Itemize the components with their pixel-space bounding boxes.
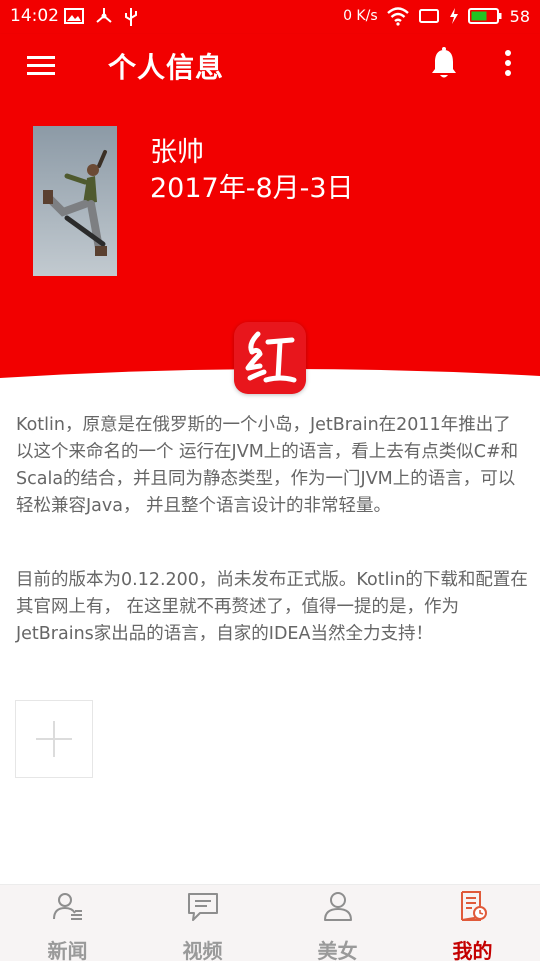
network-speed: 0 K/s xyxy=(343,8,378,24)
status-right: 0 K/s 58 xyxy=(343,6,530,26)
notifications-button[interactable] xyxy=(428,44,460,84)
contact-card-icon xyxy=(52,893,82,920)
profile-date: 2017年-8月-3日 xyxy=(150,173,354,204)
add-image-button[interactable] xyxy=(15,700,93,778)
battery-icon xyxy=(467,8,502,24)
usb-debug-icon xyxy=(96,8,112,23)
status-time: 14:02 xyxy=(10,6,59,26)
app-logo xyxy=(234,322,306,394)
battery-level: 58 xyxy=(509,6,530,26)
nav-item-news[interactable]: 新闻 xyxy=(0,885,135,963)
article-paragraph-2: 目前的版本为0.12.200，尚未发布正式版。Kotlin的下载和配置在其官网上… xyxy=(16,570,528,644)
more-options-button[interactable] xyxy=(496,44,520,84)
avatar-photo xyxy=(33,126,117,276)
profile-name: 张帅 xyxy=(150,137,204,168)
usb-icon xyxy=(125,8,137,26)
person-icon xyxy=(323,892,352,921)
plus-icon xyxy=(36,721,72,757)
menu-button[interactable] xyxy=(24,48,60,82)
document-clock-icon xyxy=(460,891,487,921)
status-bar: 14:02 0 K/s 58 xyxy=(0,0,540,34)
page-title: 个人信息 xyxy=(108,51,225,84)
charging-icon xyxy=(449,8,458,24)
more-vertical-icon xyxy=(505,50,511,76)
avatar[interactable] xyxy=(33,126,117,276)
bell-icon xyxy=(432,47,456,78)
nav-item-mine[interactable]: 我的 xyxy=(405,885,540,963)
hamburger-menu-icon xyxy=(27,56,55,75)
chat-bubble-icon xyxy=(187,893,218,921)
nav-item-video[interactable]: 视频 xyxy=(135,885,270,963)
notification-icons xyxy=(64,7,138,27)
article-paragraph-1: Kotlin，原意是在俄罗斯的一个小岛，JetBrain在2011年推出了以这个… xyxy=(16,415,519,516)
screen-rotate-icon xyxy=(418,9,439,23)
bottom-navigation: 新闻 视频 美女 我的 xyxy=(0,884,540,963)
nav-item-beauty[interactable]: 美女 xyxy=(270,885,405,963)
wifi-icon xyxy=(386,7,409,26)
toolbar: 个人信息 xyxy=(0,34,540,96)
hong-logo-icon xyxy=(245,331,297,383)
image-notification-icon xyxy=(64,8,84,24)
